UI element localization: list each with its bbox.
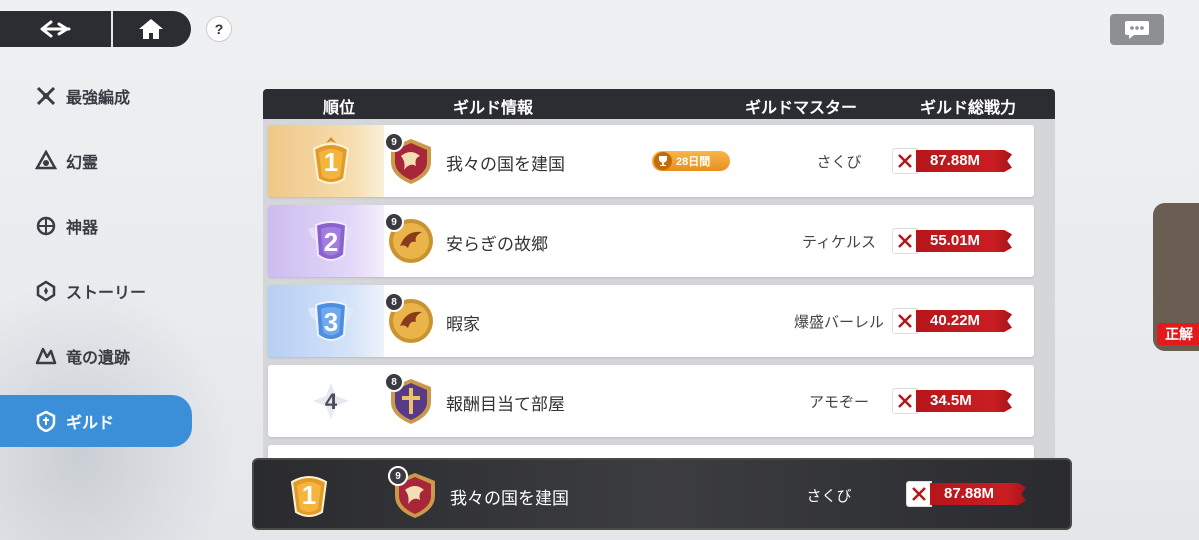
table-row[interactable]: 2 9 安らぎの故郷 ティケルス 55.01M bbox=[268, 205, 1034, 277]
trophy-icon bbox=[654, 152, 672, 170]
crossed-swords-icon bbox=[892, 308, 918, 334]
guild-level-badge: 8 bbox=[384, 292, 404, 312]
sidebar-item-label: 神器 bbox=[66, 220, 99, 237]
guild-power-value: 55.01M bbox=[916, 230, 1012, 252]
rank-number: 1 bbox=[301, 480, 317, 510]
guild-master-name: さくび bbox=[806, 488, 852, 505]
sidebar-item-artifact[interactable]: 神器 bbox=[0, 200, 200, 252]
sidebar-item-label: 幻霊 bbox=[66, 155, 99, 172]
dragon-ruins-icon bbox=[34, 344, 58, 368]
crossed-swords-icon bbox=[892, 388, 918, 414]
guild-level-badge: 9 bbox=[384, 132, 404, 152]
crossed-swords-icon bbox=[892, 148, 918, 174]
guild-power: 34.5M bbox=[892, 388, 1022, 414]
sidebar-item-strongest-formation[interactable]: 最強編成 bbox=[0, 70, 200, 122]
guild-name: 報酬目当て部屋 bbox=[446, 395, 565, 414]
guild-power: 40.22M bbox=[892, 308, 1022, 334]
guild-name: 我々の国を建国 bbox=[446, 155, 565, 174]
guild-name: 暇家 bbox=[446, 315, 480, 334]
guild-power-value: 40.22M bbox=[916, 310, 1012, 332]
guild-icon bbox=[34, 409, 58, 433]
sidebar-item-guild[interactable]: ギルド bbox=[0, 395, 192, 447]
table-row[interactable]: 3 8 暇家 爆盛バーレル 40.22M bbox=[268, 285, 1034, 357]
guild-power-value: 87.88M bbox=[930, 483, 1026, 505]
floating-card-tag: 正解 bbox=[1157, 323, 1199, 345]
sidebar-item-story[interactable]: ストーリー bbox=[0, 265, 200, 317]
sidebar-item-dragon-ruins[interactable]: 竜の遺跡 bbox=[0, 330, 200, 382]
sidebar-item-spirit[interactable]: 幻霊 bbox=[0, 135, 200, 187]
guild-power-value: 34.5M bbox=[916, 390, 1012, 412]
guild-power: 87.88M bbox=[892, 148, 1022, 174]
guild-name: 我々の国を建国 bbox=[450, 489, 569, 508]
column-header-guild-info: ギルド情報 bbox=[453, 100, 534, 117]
back-arrow-icon bbox=[40, 20, 70, 38]
guild-level-badge: 9 bbox=[388, 466, 408, 486]
table-header: 順位 ギルド情報 ギルドマスター ギルド総戦力 bbox=[263, 89, 1055, 119]
sidebar-item-label: 竜の遺跡 bbox=[66, 350, 131, 367]
table-row[interactable]: 4 8 報酬目当て部屋 アモぞー 34.5M bbox=[268, 365, 1034, 437]
guild-name: 安らぎの故郷 bbox=[446, 235, 548, 254]
sidebar-item-label: 最強編成 bbox=[66, 90, 131, 107]
sidebar: 最強編成 幻霊 神器 ストーリー 竜の遺跡 ギルド bbox=[0, 70, 200, 460]
floating-video-card[interactable]: 正解 bbox=[1153, 203, 1199, 351]
rank-number: 4 bbox=[324, 389, 338, 414]
chat-button[interactable] bbox=[1110, 14, 1164, 45]
column-header-rank: 順位 bbox=[323, 100, 356, 117]
guild-level-badge: 8 bbox=[384, 372, 404, 392]
rank-number: 2 bbox=[323, 227, 339, 257]
sidebar-item-label: ギルド bbox=[66, 415, 115, 432]
column-header-guild-master: ギルドマスター bbox=[745, 100, 858, 117]
duration-badge-label: 28日間 bbox=[676, 156, 711, 168]
crossed-swords-icon bbox=[892, 228, 918, 254]
spirit-icon bbox=[34, 149, 58, 173]
rank-number: 3 bbox=[323, 307, 339, 337]
guild-ranking-table: 順位 ギルド情報 ギルドマスター ギルド総戦力 1 9 我々の国を建国 28日間… bbox=[263, 89, 1055, 469]
home-icon bbox=[139, 19, 163, 39]
column-header-total-power: ギルド総戦力 bbox=[920, 100, 1017, 117]
crossed-swords-icon bbox=[906, 481, 932, 507]
duration-badge: 28日間 bbox=[652, 151, 730, 171]
table-row[interactable]: 1 9 我々の国を建国 28日間 さくび 87.88M bbox=[268, 125, 1034, 197]
guild-power-value: 87.88M bbox=[916, 150, 1012, 172]
crossed-swords-icon bbox=[34, 84, 58, 108]
help-button[interactable]: ? bbox=[206, 16, 232, 42]
chat-icon bbox=[1125, 20, 1149, 39]
rank-number: 1 bbox=[323, 147, 339, 177]
story-icon bbox=[34, 279, 58, 303]
home-button[interactable] bbox=[113, 11, 189, 47]
back-button[interactable] bbox=[0, 11, 113, 47]
artifact-icon bbox=[34, 214, 58, 238]
top-nav bbox=[0, 11, 191, 47]
own-guild-bar[interactable]: 1 9 我々の国を建国 さくび 87.88M bbox=[252, 458, 1072, 530]
guild-level-badge: 9 bbox=[384, 212, 404, 232]
guild-power: 87.88M bbox=[906, 481, 1036, 507]
sidebar-item-label: ストーリー bbox=[66, 285, 147, 302]
guild-power: 55.01M bbox=[892, 228, 1022, 254]
